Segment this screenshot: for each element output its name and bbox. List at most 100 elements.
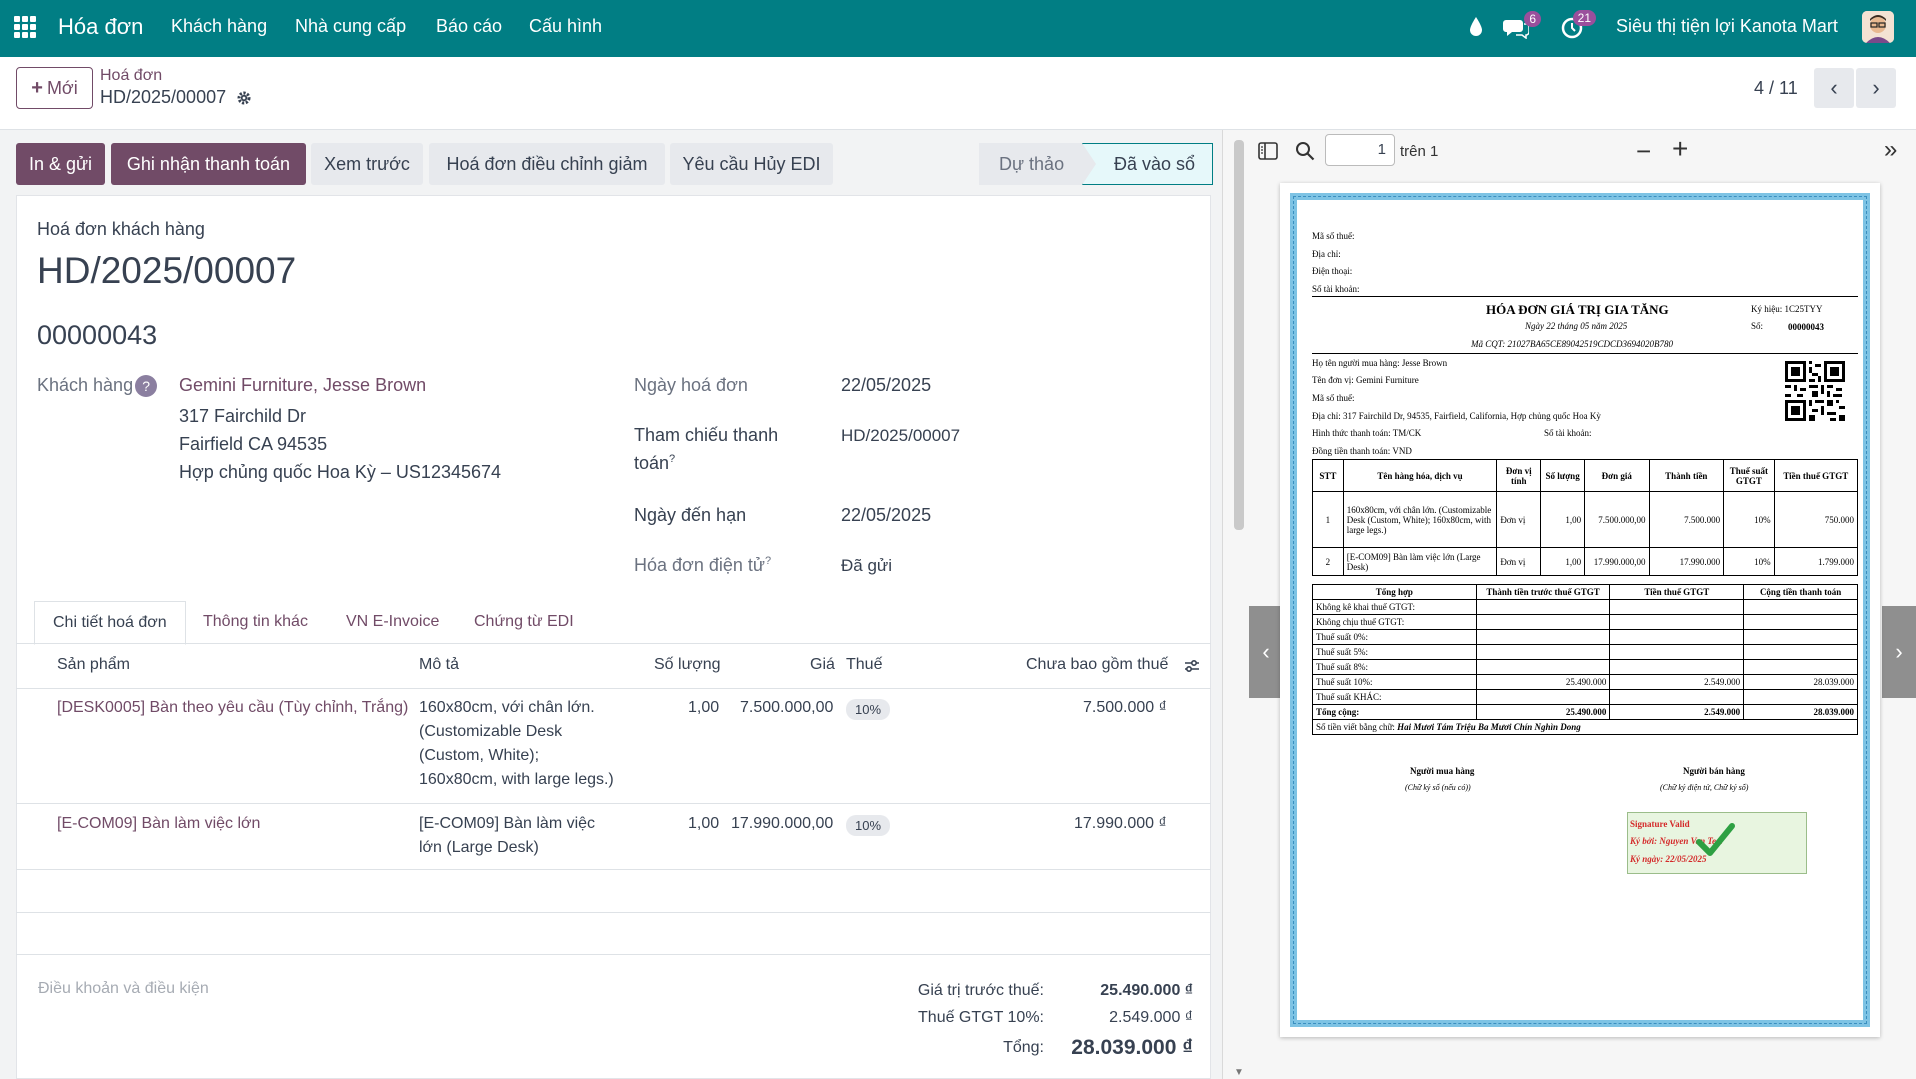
app-menu-icon[interactable] <box>14 16 36 38</box>
pdf-sum-row: Thuế suất 0%: <box>1312 629 1858 645</box>
payment-ref[interactable]: HD/2025/00007 <box>841 426 960 446</box>
pdf-th-price: Đơn giá <box>1584 459 1650 492</box>
pdf-prev-arrow[interactable]: ‹ <box>1249 606 1283 698</box>
terms-field[interactable]: Điều khoản và điều kiện <box>38 980 209 998</box>
col-price[interactable]: Giá <box>810 656 835 674</box>
line-2-tax-badge[interactable]: 10% <box>846 815 891 836</box>
line-2-price[interactable]: 17.990.000,00 <box>731 812 833 836</box>
app-title[interactable]: Hóa đơn <box>58 14 143 40</box>
credit-note-button[interactable]: Hoá đơn điều chỉnh giảm <box>429 143 665 185</box>
line-1-tax-badge[interactable]: 10% <box>846 699 891 720</box>
line-1-product[interactable]: [DESK0005] Bàn theo yêu cầu (Tùy chỉnh, … <box>57 696 408 720</box>
pager-value[interactable]: 4 / 11 <box>1754 78 1798 99</box>
top-navbar: Hóa đơn Khách hàng Nhà cung cấp Báo cáo … <box>0 0 1916 57</box>
pdf-th-unit: Đơn vị tính <box>1496 459 1542 492</box>
row-divider <box>16 912 1211 913</box>
pdf-cell: Thuế suất 10%: <box>1312 674 1477 690</box>
chevron-left-icon: ‹ <box>1262 639 1270 664</box>
tab-invoice-lines[interactable]: Chi tiết hoá đơn <box>34 601 186 645</box>
line-1-desc-1[interactable]: 160x80cm, với chân lớn. <box>419 696 595 720</box>
form-scrollbar[interactable] <box>1234 140 1244 530</box>
pdf-cell: Thuế suất 5%: <box>1312 644 1477 660</box>
line-1-subtotal: 7.500.000 ₫ <box>1083 699 1167 716</box>
gear-icon[interactable] <box>236 90 252 106</box>
pdf-cell: 7.500.000 <box>1648 491 1725 548</box>
user-avatar[interactable] <box>1862 11 1894 43</box>
tab-vn-einvoice[interactable]: VN E-Invoice <box>346 613 439 631</box>
pdf-cell <box>1475 689 1611 705</box>
einvoice-help[interactable]: ? <box>765 555 771 567</box>
record-name: HD/2025/00007 <box>100 87 227 107</box>
pdf-buyer-name: Họ tên người mua hàng: Jesse Brown <box>1312 358 1448 368</box>
invoice-date[interactable]: 22/05/2025 <box>841 375 931 396</box>
pager-prev-button[interactable]: ‹ <box>1814 68 1854 108</box>
drop-icon[interactable] <box>1468 15 1484 39</box>
line-2-quantity[interactable]: 1,00 <box>688 812 719 836</box>
register-payment-button[interactable]: Ghi nhận thanh toán <box>111 143 306 185</box>
invoice-sequence: 00000043 <box>37 320 158 350</box>
pdf-cell: 1,00 <box>1540 491 1586 548</box>
zoom-in-icon[interactable]: + <box>1672 133 1688 165</box>
more-tools-icon[interactable]: » <box>1884 136 1897 164</box>
breadcrumb[interactable]: Hoá đơn <box>100 67 162 85</box>
line-1-price[interactable]: 7.500.000,00 <box>740 696 833 720</box>
status-posted[interactable]: Đã vào sổ <box>1082 143 1213 185</box>
invoice-name: HD/2025/00007 <box>37 250 297 291</box>
pdf-summary-table: Tổng hợp Thành tiền trước thuế GTGT Tiền… <box>1312 584 1858 735</box>
line-2-product[interactable]: [E-COM09] Bàn làm việc lớn <box>57 812 260 836</box>
tab-edi-documents[interactable]: Chứng từ EDI <box>474 613 574 631</box>
control-panel: + Mới Hoá đơn HD/2025/00007 4 / 11 ‹ › <box>0 57 1916 130</box>
scroll-down-icon[interactable]: ▼ <box>1234 1067 1244 1078</box>
pdf-cell: Đơn vị <box>1496 491 1542 548</box>
line-1-desc-4[interactable]: 160x80cm, with large legs.) <box>419 768 614 792</box>
chat-icon[interactable]: 6 <box>1503 11 1541 40</box>
row-divider <box>16 954 1211 955</box>
col-quantity[interactable]: Số lượng <box>654 656 721 674</box>
pdf-cell <box>1609 659 1745 675</box>
print-send-button[interactable]: In & gửi <box>16 143 105 185</box>
pdf-cell: 10% <box>1723 547 1775 576</box>
pdf-cell <box>1743 629 1858 645</box>
column-settings-icon[interactable] <box>1183 657 1201 675</box>
help-icon[interactable]: ? <box>135 375 158 397</box>
col-subtotal[interactable]: Chưa bao gồm thuế <box>1026 656 1168 674</box>
preview-button[interactable]: Xem trước <box>311 143 423 185</box>
pdf-cell: [E-COM09] Bàn làm việc lớn (Large Desk) <box>1342 547 1498 576</box>
pdf-next-arrow[interactable]: › <box>1882 606 1916 698</box>
status-draft[interactable]: Dự thảo <box>979 143 1082 185</box>
search-icon[interactable] <box>1295 141 1315 161</box>
pdf-th-stt: STT <box>1312 459 1344 492</box>
menu-reporting[interactable]: Báo cáo <box>436 16 502 37</box>
line-2-desc-2[interactable]: lớn (Large Desk) <box>419 836 539 860</box>
pdf-sum-row: Không chịu thuế GTGT: <box>1312 614 1858 630</box>
menu-configuration[interactable]: Cấu hình <box>529 16 602 37</box>
due-date[interactable]: 22/05/2025 <box>841 505 931 526</box>
payment-ref-help[interactable]: ? <box>669 453 675 465</box>
col-product[interactable]: Sản phẩm <box>57 656 130 674</box>
pdf-sum-th: Tiền thuế GTGT <box>1609 584 1745 600</box>
zoom-out-icon[interactable]: − <box>1636 136 1651 167</box>
tab-other-info[interactable]: Thông tin khác <box>203 613 308 631</box>
pdf-cell: Thuế suất 0%: <box>1312 629 1477 645</box>
customer-address-2: Fairfield CA 94535 <box>179 434 328 454</box>
sidebar-toggle-icon[interactable] <box>1258 142 1278 160</box>
new-button[interactable]: + Mới <box>16 67 93 109</box>
edi-cancel-button[interactable]: Yêu cầu Hủy EDI <box>670 143 833 185</box>
activity-clock-icon[interactable]: 21 <box>1560 10 1596 40</box>
company-switcher[interactable]: Siêu thị tiện lợi Kanota Mart <box>1616 16 1838 37</box>
line-2-desc-1[interactable]: [E-COM09] Bàn làm việc <box>419 812 595 836</box>
line-1-quantity[interactable]: 1,00 <box>688 696 719 720</box>
pdf-th-qty: Số lượng <box>1540 459 1586 492</box>
menu-vendors[interactable]: Nhà cung cấp <box>295 16 406 37</box>
pdf-page-input[interactable]: 1 <box>1325 134 1395 166</box>
customer-name[interactable]: Gemini Furniture, Jesse Brown <box>179 375 426 396</box>
pdf-cell: 28.039.000 <box>1743 704 1858 720</box>
line-1-desc-2[interactable]: (Customizable Desk <box>419 720 562 744</box>
col-tax[interactable]: Thuế <box>846 656 882 674</box>
col-description[interactable]: Mô tả <box>419 656 459 674</box>
line-1-desc-3[interactable]: (Custom, White); <box>419 744 539 768</box>
pager-next-button[interactable]: › <box>1856 68 1896 108</box>
einvoice-label-text: Hóa đơn điện tử <box>634 555 765 575</box>
menu-customers[interactable]: Khách hàng <box>171 16 267 37</box>
pdf-cell: 25.490.000 <box>1475 674 1611 690</box>
